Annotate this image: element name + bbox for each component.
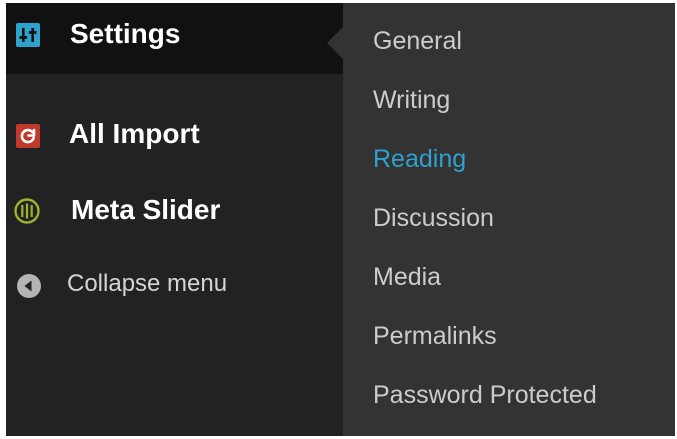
submenu-item-media[interactable]: Media bbox=[373, 263, 441, 292]
submenu-item-discussion[interactable]: Discussion bbox=[373, 204, 494, 233]
admin-sidebar: Settings All Import Meta Slider Collapse… bbox=[6, 3, 343, 436]
submenu-item-general[interactable]: General bbox=[373, 27, 462, 56]
submenu-pointer bbox=[327, 27, 343, 59]
sidebar-item-settings[interactable]: Settings bbox=[6, 3, 343, 74]
sidebar-item-label: Settings bbox=[70, 18, 181, 49]
submenu-item-writing[interactable]: Writing bbox=[373, 86, 450, 115]
settings-submenu: General Writing Reading Discussion Media… bbox=[343, 3, 675, 436]
sidebar-item-all-import[interactable]: All Import bbox=[6, 115, 343, 155]
submenu-item-password-protected[interactable]: Password Protected bbox=[373, 381, 597, 410]
collapse-menu-label: Collapse menu bbox=[67, 270, 228, 297]
submenu-item-permalinks[interactable]: Permalinks bbox=[373, 322, 497, 351]
sidebar-item-label: All Import bbox=[69, 118, 200, 149]
collapse-menu-button[interactable]: Collapse menu bbox=[6, 268, 343, 304]
settings-sliders-icon bbox=[16, 23, 40, 47]
meta-slider-icon bbox=[14, 198, 40, 224]
all-import-icon bbox=[16, 124, 40, 148]
submenu-item-reading[interactable]: Reading bbox=[373, 145, 466, 174]
admin-menu-frame: Settings All Import Meta Slider Collapse… bbox=[6, 3, 675, 436]
sidebar-item-label: Meta Slider bbox=[71, 194, 221, 225]
sidebar-item-meta-slider[interactable]: Meta Slider bbox=[6, 191, 343, 231]
collapse-arrow-icon bbox=[16, 273, 42, 299]
